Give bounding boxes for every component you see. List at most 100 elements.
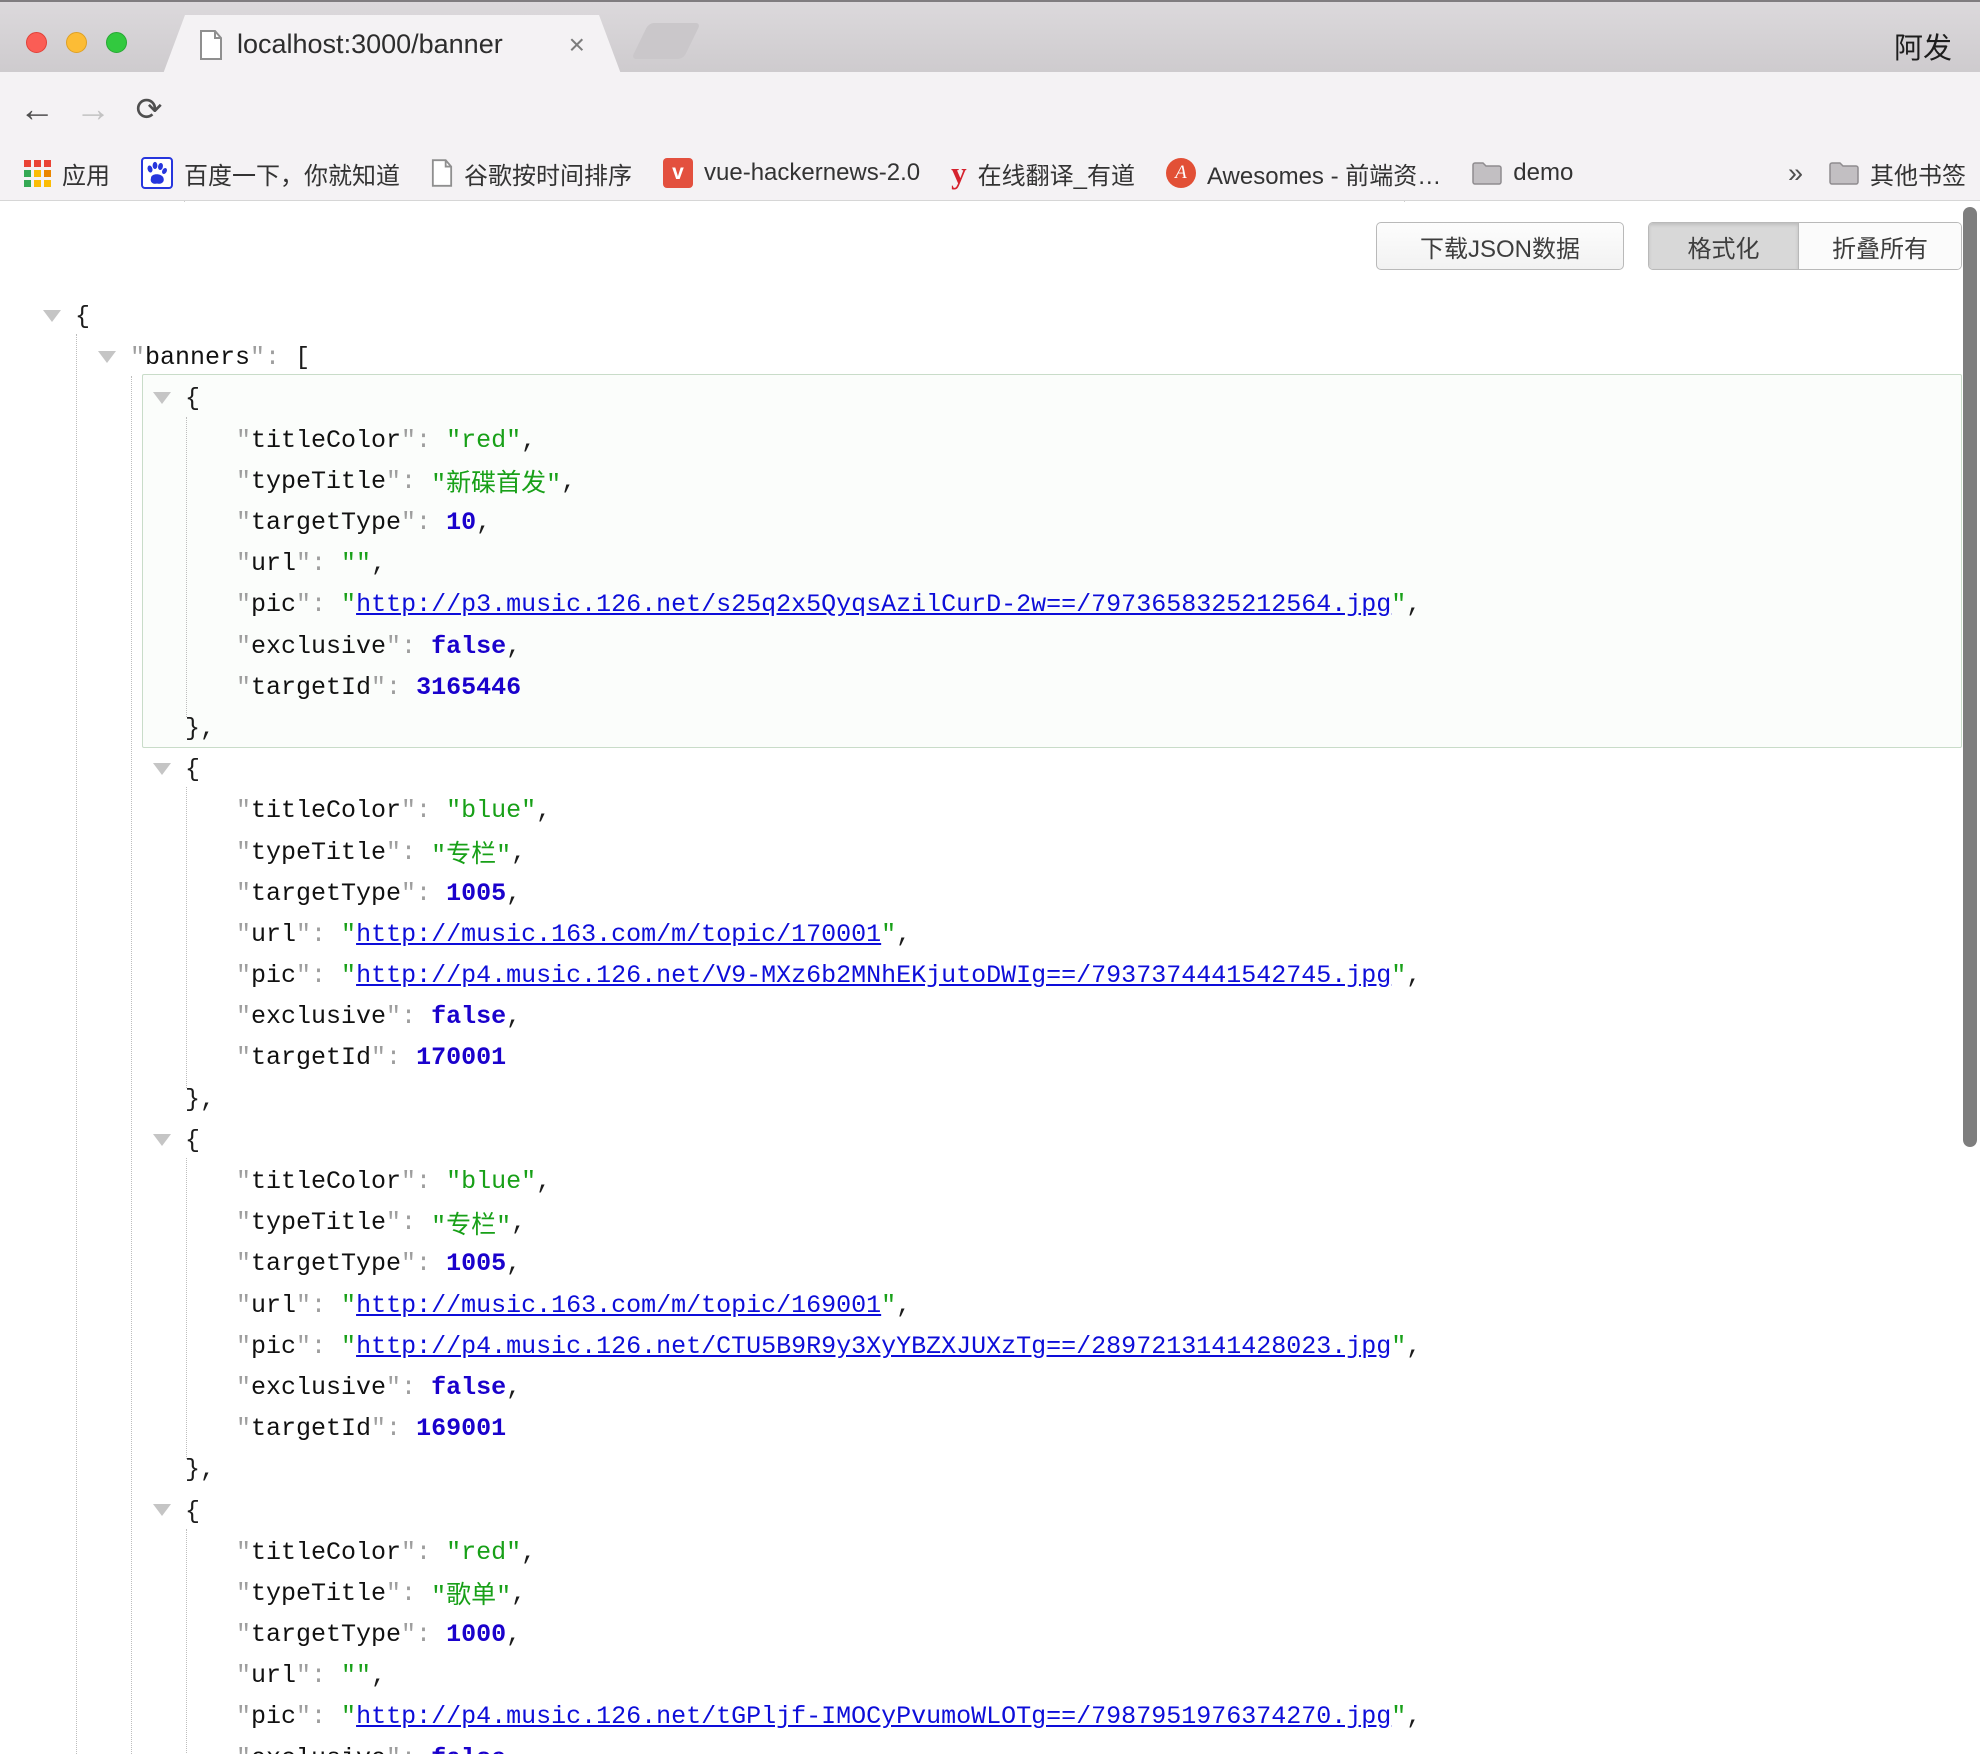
bookmark-vue-hackernews[interactable]: v vue-hackernews-2.0 [663, 158, 920, 188]
bookmark-label: 在线翻译_有道 [978, 156, 1135, 191]
json-quote: " [236, 1208, 251, 1237]
tab-strip: localhost:3000/banner × 阿发 [0, 0, 1980, 72]
json-line: "url": "", [0, 1655, 1980, 1696]
json-key: typeTitle [251, 1579, 386, 1608]
json-key: targetId [251, 1414, 371, 1443]
json-key: targetId [251, 1043, 371, 1072]
page-favicon-icon [199, 30, 223, 60]
json-key: banners [145, 343, 250, 372]
json-key: typeTitle [251, 1208, 386, 1237]
bookmark-awesomes[interactable]: A Awesomes - 前端资… [1166, 156, 1441, 191]
bookmark-apps[interactable]: 应用 [24, 156, 110, 191]
forward-button[interactable]: → [70, 72, 116, 146]
json-punctuation: , [1406, 590, 1421, 619]
json-punctuation: , [506, 1373, 521, 1402]
json-string-value: " [341, 1291, 356, 1320]
bookmark-youdao[interactable]: y 在线翻译_有道 [951, 155, 1135, 191]
json-quote: " [236, 673, 251, 702]
json-string-value: "" [341, 1661, 371, 1690]
bookmark-demo-folder[interactable]: demo [1472, 159, 1573, 187]
window-zoom-button[interactable] [106, 32, 127, 53]
json-line: "titleColor": "blue", [0, 1161, 1980, 1202]
json-quote: ": [386, 1208, 431, 1237]
json-key: titleColor [251, 1167, 401, 1196]
json-string-value: " [881, 1291, 896, 1320]
json-url-link[interactable]: http://p4.music.126.net/V9-MXz6b2MNhEKju… [356, 961, 1391, 990]
collapse-toggle-icon[interactable] [98, 351, 116, 363]
json-quote: ": [401, 1538, 446, 1567]
bookmarks-bar: 应用 百度一下，你就知道 谷歌按时间排序 v vue-hackernews-2.… [0, 146, 1980, 201]
json-quote: " [236, 961, 251, 990]
profile-name[interactable]: 阿发 [1894, 25, 1952, 67]
json-url-link[interactable]: http://p4.music.126.net/tGPljf-IMOCyPvum… [356, 1702, 1391, 1731]
json-punctuation: , [506, 879, 521, 908]
json-punctuation: , [506, 1620, 521, 1649]
json-quote: " [236, 1661, 251, 1690]
json-number-value: 1005 [446, 1249, 506, 1278]
json-key: exclusive [251, 1373, 386, 1402]
json-quote: " [236, 549, 251, 578]
vue-tile-icon: v [663, 158, 693, 188]
tab-close-icon[interactable]: × [569, 31, 585, 59]
browser-tab[interactable]: localhost:3000/banner × [163, 15, 621, 74]
json-number-value: 1005 [446, 879, 506, 908]
reload-button[interactable]: ⟳ [126, 72, 172, 146]
window-minimize-button[interactable] [66, 32, 87, 53]
bookmark-label: Awesomes - 前端资… [1207, 156, 1441, 191]
collapse-toggle-icon[interactable] [153, 392, 171, 404]
json-url-link[interactable]: http://p4.music.126.net/CTU5B9R9y3XyYBZX… [356, 1332, 1391, 1361]
json-quote: ": [386, 467, 431, 496]
json-quote: " [236, 426, 251, 455]
bookmarks-overflow-chevron[interactable]: » [1788, 158, 1803, 189]
json-quote: ": [296, 961, 341, 990]
apps-grid-icon [24, 160, 51, 187]
json-quote: " [236, 838, 251, 867]
json-quote: ": [401, 508, 446, 537]
json-punctuation: , [1406, 961, 1421, 990]
json-quote: " [236, 1579, 251, 1608]
json-url-link[interactable]: http://music.163.com/m/topic/169001 [356, 1291, 881, 1320]
json-viewer: {"banners": [{"titleColor": "red","typeT… [0, 202, 1980, 1754]
json-string-value: " [341, 1702, 356, 1731]
json-string-value: "" [341, 549, 371, 578]
json-quote: ": [386, 1579, 431, 1608]
collapse-toggle-icon[interactable] [153, 1134, 171, 1146]
collapse-toggle-icon[interactable] [153, 763, 171, 775]
vertical-scrollbar-thumb[interactable] [1963, 207, 1977, 1147]
json-string-value: "red" [446, 426, 521, 455]
json-quote: ": [296, 1702, 341, 1731]
json-url-link[interactable]: http://p3.music.126.net/s25q2x5QyqsAzilC… [356, 590, 1391, 619]
json-punctuation: , [1406, 1332, 1421, 1361]
json-quote: " [236, 879, 251, 908]
folder-icon [1472, 161, 1502, 185]
collapse-toggle-icon[interactable] [43, 310, 61, 322]
page-icon [431, 159, 453, 187]
bookmark-google-sort[interactable]: 谷歌按时间排序 [431, 156, 632, 191]
json-punctuation: , [506, 632, 521, 661]
json-line: "exclusive": false, [0, 996, 1980, 1037]
json-line: "targetType": 1005, [0, 873, 1980, 914]
json-url-link[interactable]: http://music.163.com/m/topic/170001 [356, 920, 881, 949]
json-string-value: " [1391, 961, 1406, 990]
json-number-value: 3165446 [416, 673, 521, 702]
json-string-value: "新碟首发" [431, 463, 561, 499]
json-string-value: " [341, 1332, 356, 1361]
json-key: titleColor [251, 426, 401, 455]
json-punctuation: , [521, 426, 536, 455]
back-button[interactable]: ← [14, 72, 60, 146]
json-string-value: "blue" [446, 796, 536, 825]
json-punctuation: , [561, 467, 576, 496]
json-punctuation: , [371, 1661, 386, 1690]
new-tab-button[interactable] [631, 23, 701, 59]
json-string-value: "red" [446, 1538, 521, 1567]
json-line: }, [0, 708, 1980, 749]
json-quote: ": [401, 426, 446, 455]
json-quote: ": [371, 673, 416, 702]
window-close-button[interactable] [26, 32, 47, 53]
other-bookmarks-folder[interactable]: 其他书签 [1829, 156, 1966, 191]
collapse-toggle-icon[interactable] [153, 1504, 171, 1516]
json-quote: " [236, 1167, 251, 1196]
bookmark-baidu[interactable]: 百度一下，你就知道 [141, 156, 400, 191]
json-number-value: 10 [446, 508, 476, 537]
json-line: "targetId": 170001 [0, 1037, 1980, 1078]
